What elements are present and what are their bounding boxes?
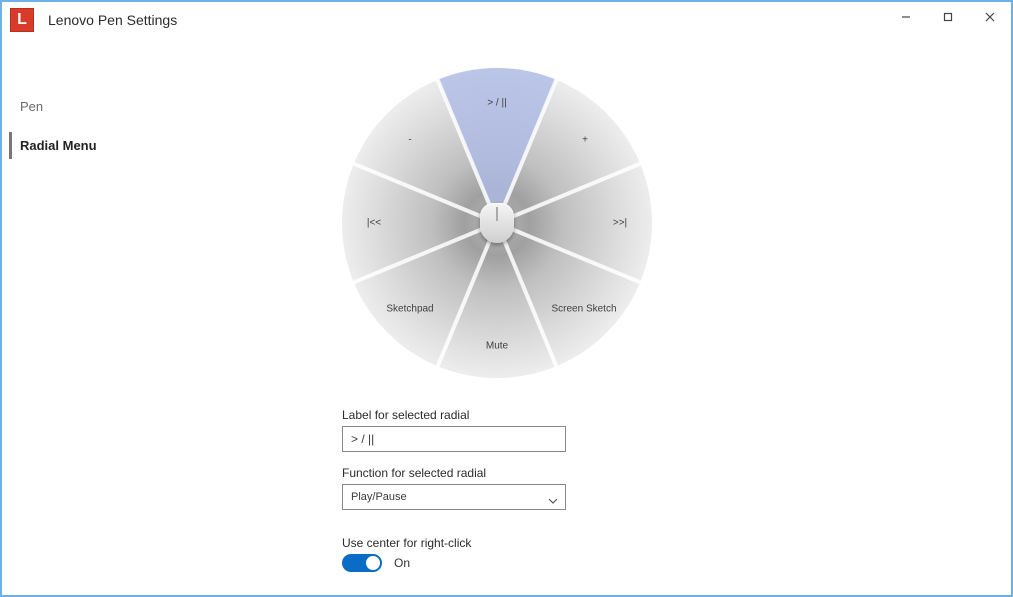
radial-segment-2[interactable]: >>| <box>613 218 627 229</box>
sidebar: Pen Radial Menu <box>2 38 212 595</box>
center-click-toggle-state: On <box>394 556 410 570</box>
radial-segment-4[interactable]: Mute <box>486 341 508 352</box>
chevron-down-icon <box>548 491 558 515</box>
label-input[interactable] <box>342 426 566 452</box>
radial-segment-6[interactable]: |<< <box>367 218 381 229</box>
radial-settings-form: Label for selected radial Function for s… <box>342 408 602 595</box>
label-input-caption: Label for selected radial <box>342 408 602 422</box>
radial-segment-7[interactable]: - <box>408 135 411 146</box>
radial-segment-0[interactable]: > / || <box>487 98 506 109</box>
lenovo-app-icon: L <box>10 8 34 32</box>
close-button[interactable] <box>969 2 1011 32</box>
center-click-caption: Use center for right-click <box>342 536 602 550</box>
minimize-button[interactable] <box>885 2 927 32</box>
app-window: L Lenovo Pen Settings Pen Radial Menu <box>0 0 1013 597</box>
content-area: Pen Radial Menu .spoke{stroke:rgba(255,2… <box>2 38 1011 595</box>
function-select-value: Play/Pause <box>351 491 407 503</box>
function-select[interactable]: Play/Pause <box>342 484 566 510</box>
radial-menu-preview: .spoke{stroke:rgba(255,255,255,0.85);str… <box>342 68 652 378</box>
sidebar-item-radial-menu[interactable]: Radial Menu <box>9 132 212 159</box>
window-controls <box>885 2 1011 38</box>
maximize-button[interactable] <box>927 2 969 32</box>
radial-segment-3[interactable]: Screen Sketch <box>551 304 616 315</box>
center-click-toggle[interactable] <box>342 554 382 572</box>
function-select-caption: Function for selected radial <box>342 466 602 480</box>
radial-center-mouse-icon[interactable] <box>480 203 514 243</box>
main-panel: .spoke{stroke:rgba(255,255,255,0.85);str… <box>212 38 1011 595</box>
radial-segment-5[interactable]: Sketchpad <box>386 304 433 315</box>
titlebar: L Lenovo Pen Settings <box>2 2 1011 38</box>
radial-segment-1[interactable]: + <box>582 135 588 146</box>
sidebar-item-pen[interactable]: Pen <box>20 93 212 120</box>
app-title: Lenovo Pen Settings <box>48 12 177 28</box>
